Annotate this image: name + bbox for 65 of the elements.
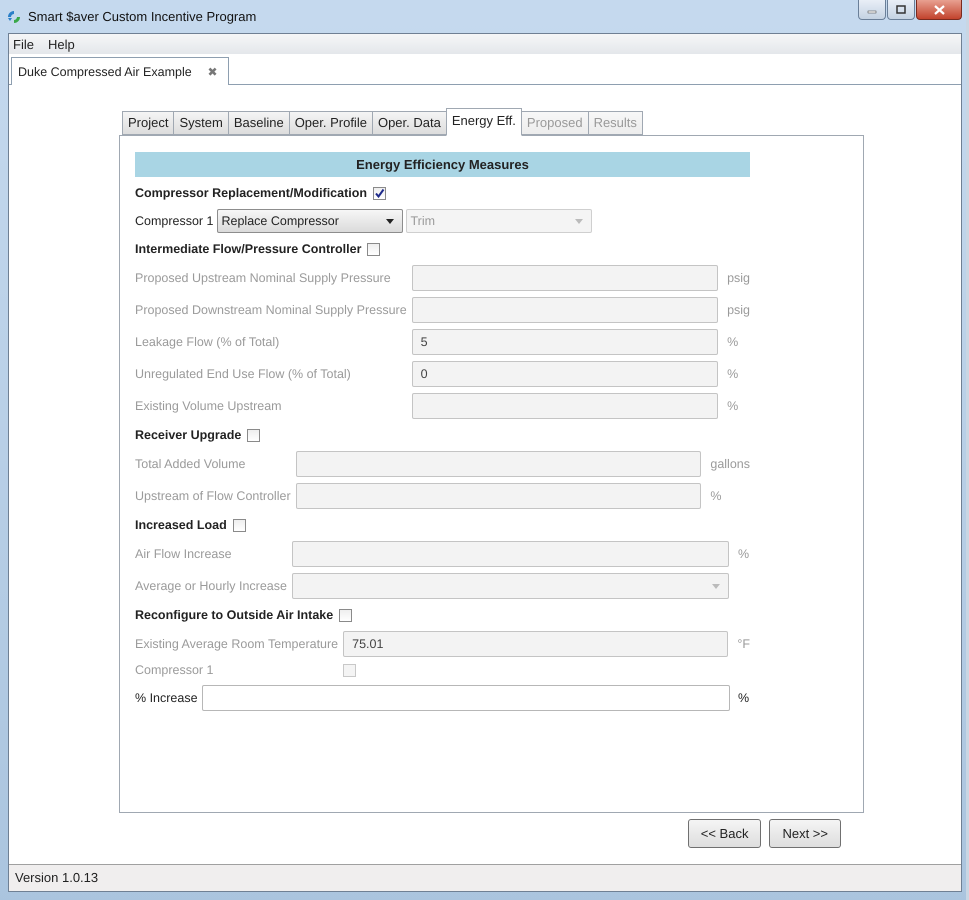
unit-label: % (726, 399, 740, 413)
checkbox[interactable] (367, 242, 380, 256)
unit-label: % (726, 367, 740, 381)
group-label: Increased Load (135, 518, 227, 532)
unit-label: gallons (709, 457, 750, 471)
close-icon (934, 4, 944, 14)
unit-label: psig (726, 303, 750, 317)
input-field[interactable] (412, 265, 718, 291)
input-field[interactable] (296, 451, 702, 477)
field-label: Average or Hourly Increase (135, 579, 287, 593)
group-label: Intermediate Flow/Pressure Controller (135, 242, 362, 256)
status-bar: Version 1.0.13 (9, 864, 961, 891)
maximize-button[interactable] (887, 0, 915, 20)
field-label: Upstream of Flow Controller (135, 489, 291, 503)
unit-label: % (726, 335, 740, 349)
field-label: Proposed Upstream Nominal Supply Pressure (135, 271, 392, 285)
input-field[interactable] (412, 297, 718, 323)
menu-item[interactable]: Help (48, 36, 75, 52)
app-logo-icon (6, 8, 22, 24)
field-label: Leakage Flow (% of Total) (135, 335, 280, 349)
caret-icon (386, 218, 394, 224)
dropdown[interactable] (292, 573, 729, 599)
document-tab[interactable]: Duke Compressed Air Example ✖ (11, 57, 229, 85)
next-button[interactable]: Next >> (769, 819, 841, 848)
tab-close-icon[interactable]: ✖ (208, 64, 218, 78)
unit-label: % (737, 547, 750, 561)
dropdown[interactable]: Replace Compressor (216, 209, 402, 233)
unit-label: % (737, 691, 750, 705)
field-label: % Increase (135, 691, 198, 705)
checkbox[interactable] (339, 608, 352, 622)
checkbox[interactable] (232, 518, 246, 532)
window-title: Smart $aver Custom Incentive Program (28, 9, 256, 24)
back-button[interactable]: << Back (688, 819, 762, 848)
unit-label: °F (736, 637, 750, 651)
field-label: Proposed Downstream Nominal Supply Pressure (135, 303, 407, 317)
caret-icon (712, 584, 720, 588)
tab[interactable]: Baseline (228, 111, 289, 135)
field-label: Existing Average Room Temperature (135, 637, 338, 651)
section-header: Energy Efficiency Measures (135, 152, 750, 177)
input-field[interactable] (412, 393, 718, 419)
caret-icon (574, 218, 582, 224)
field-label: Compressor 1 (135, 214, 214, 228)
field-label: Compressor 1 (135, 663, 214, 677)
unit-label: psig (726, 271, 750, 285)
field-label: Air Flow Increase (135, 547, 233, 561)
tab[interactable]: Oper. Profile (288, 111, 372, 135)
group-label: Receiver Upgrade (135, 428, 242, 442)
menu-item[interactable]: File (13, 36, 34, 52)
input-field[interactable] (292, 541, 729, 567)
input-field[interactable] (296, 483, 702, 509)
unit-label: % (709, 489, 722, 503)
close-button[interactable] (916, 0, 962, 20)
tab[interactable]: System (173, 111, 228, 135)
field-label: Existing Volume Upstream (135, 399, 283, 413)
field-label: Unregulated End Use Flow (% of Total) (135, 367, 352, 381)
group-label: Compressor Replacement/Modification (135, 186, 367, 200)
input-field[interactable] (202, 685, 730, 711)
checkbox[interactable] (373, 186, 386, 200)
tab[interactable]: Energy Eff. (446, 108, 522, 136)
checkbox[interactable] (247, 428, 260, 442)
group-label: Reconfigure to Outside Air Intake (135, 608, 334, 622)
maximize-icon (896, 5, 906, 14)
tab[interactable]: Project (122, 111, 174, 135)
tab[interactable]: Oper. Data (372, 111, 446, 135)
field-label: Total Added Volume (135, 457, 246, 471)
